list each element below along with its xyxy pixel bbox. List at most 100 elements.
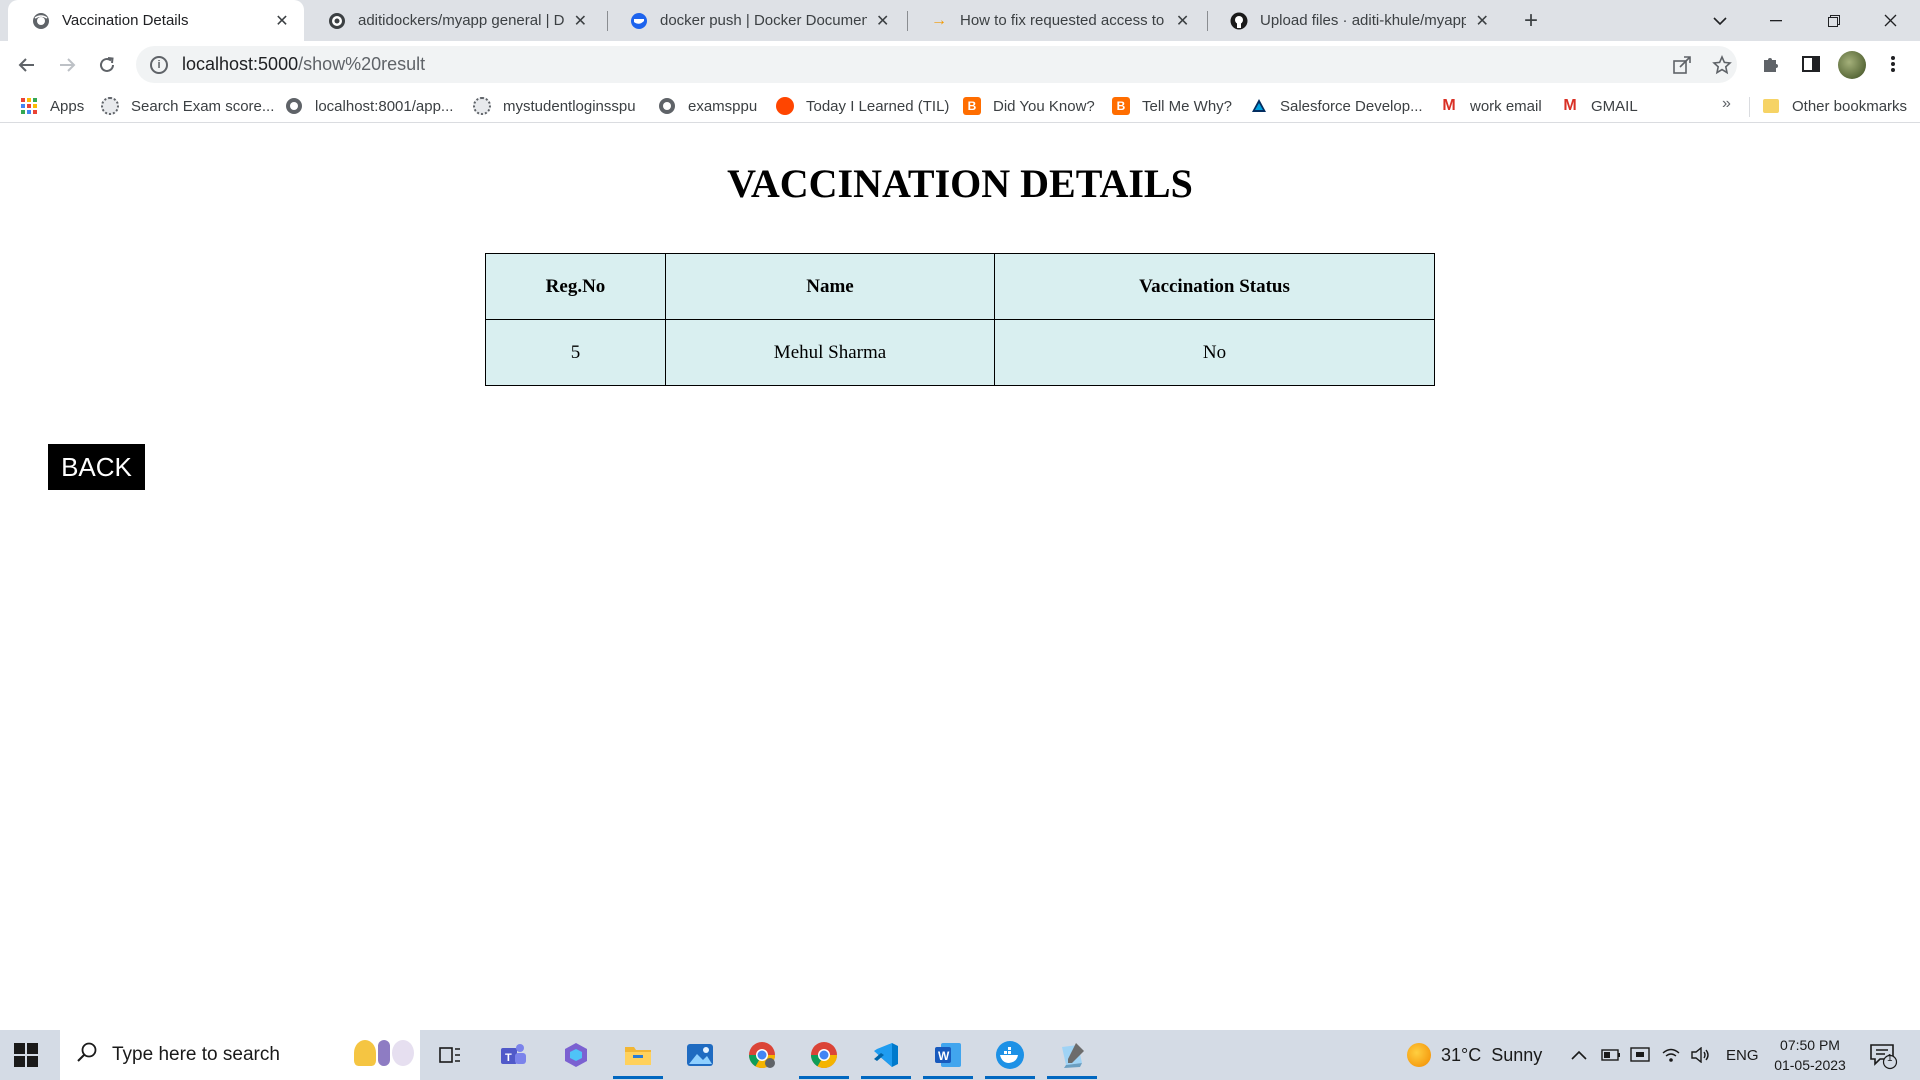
globe-icon [658, 97, 676, 115]
bookmark-label: Tell Me Why? [1142, 97, 1233, 115]
share-icon[interactable] [1672, 55, 1692, 75]
globe-icon [285, 97, 303, 115]
tab-docker-hub[interactable]: aditidockers/myapp general | Do ✕ [304, 0, 602, 41]
docker-docs-icon [630, 12, 648, 30]
column-header-vaccination-status: Vaccination Status [994, 253, 1435, 320]
new-tab-button[interactable]: + [1518, 7, 1544, 34]
bookmark-gmail[interactable]: M GMAIL [1561, 95, 1637, 117]
restore-button[interactable] [1806, 0, 1862, 41]
tab-github-upload[interactable]: Upload files · aditi-khule/myapp ✕ [1206, 0, 1504, 41]
battery-icon[interactable] [1601, 1030, 1621, 1080]
back-button[interactable]: BACK [48, 444, 145, 490]
teams-icon[interactable]: T [496, 1038, 530, 1072]
windows-start-icon[interactable] [14, 1043, 38, 1067]
docker-icon [328, 12, 346, 30]
apps-grid-icon [20, 97, 38, 115]
docker-desktop-icon[interactable] [985, 1038, 1035, 1079]
word-icon[interactable]: W [923, 1038, 973, 1079]
reddit-icon [776, 97, 794, 115]
bookmark-did-you-know[interactable]: B Did You Know? [963, 95, 1095, 117]
github-icon [1230, 12, 1248, 30]
close-window-button[interactable] [1862, 0, 1918, 41]
bookmark-mystudentloginsspu[interactable]: mystudentloginsspu [473, 95, 636, 117]
bookmarks-overflow-chevron-icon[interactable]: » [1722, 95, 1731, 113]
bookmark-label: mystudentloginsspu [503, 97, 636, 115]
tab-how-to-fix[interactable]: → How to fix requested access to th ✕ [906, 0, 1204, 41]
clock[interactable]: 07:50 PM 01-05-2023 [1770, 1030, 1850, 1080]
close-tab-icon[interactable]: ✕ [1173, 11, 1192, 31]
column-header-name: Name [665, 253, 995, 320]
clock-date: 01-05-2023 [1774, 1057, 1846, 1073]
chrome-profile-icon[interactable] [745, 1038, 779, 1072]
tab-search-chevron-icon[interactable] [1692, 0, 1748, 41]
extensions-puzzle-icon[interactable] [1758, 51, 1784, 77]
minimize-button[interactable] [1748, 0, 1804, 41]
taskbar-search-input[interactable]: Type here to search [60, 1030, 420, 1080]
bookmark-today-i-learned[interactable]: Today I Learned (TIL) [776, 95, 949, 117]
bookmark-label: Salesforce Develop... [1280, 97, 1423, 115]
wifi-icon[interactable] [1661, 1030, 1681, 1080]
bookmark-work-email[interactable]: M work email [1440, 95, 1541, 117]
task-view-icon[interactable] [433, 1038, 467, 1072]
chrome-icon[interactable] [799, 1038, 849, 1079]
seal-icon [473, 97, 491, 115]
bookmark-label: Apps [50, 97, 85, 115]
address-bar[interactable]: i localhost:5000/show%20result [136, 46, 1737, 83]
bookmark-salesforce-developer[interactable]: Salesforce Develop... [1250, 95, 1423, 117]
menu-kebab-icon[interactable] [1880, 51, 1906, 77]
close-tab-icon[interactable]: ✕ [272, 11, 292, 31]
back-arrow-icon[interactable] [11, 49, 43, 81]
tab-vaccination-details[interactable]: Vaccination Details ✕ [8, 0, 304, 41]
bookmark-label: Search Exam score... [131, 97, 275, 115]
side-panel-icon[interactable] [1798, 51, 1824, 77]
close-tab-icon[interactable]: ✕ [873, 11, 892, 31]
file-explorer-icon[interactable] [613, 1038, 663, 1079]
blogger-icon: B [963, 97, 981, 115]
blogger-icon: B [1112, 97, 1130, 115]
search-highlight-illustration [354, 1040, 414, 1066]
close-tab-icon[interactable]: ✕ [571, 11, 590, 31]
forward-arrow-icon[interactable] [51, 49, 83, 81]
bookmark-apps[interactable]: Apps [20, 95, 84, 117]
page-title: VACCINATION DETAILS [727, 161, 1193, 206]
windows-taskbar: Type here to search T W 31°C Sunny ENG 0… [0, 1030, 1920, 1080]
notifications-icon[interactable]: 1 [1868, 1030, 1898, 1080]
bookmark-other-bookmarks[interactable]: Other bookmarks [1762, 95, 1907, 117]
bookmark-examsppu[interactable]: examsppu [658, 95, 757, 117]
reload-icon[interactable] [91, 49, 123, 81]
meet-now-icon[interactable] [1630, 1030, 1650, 1080]
svg-text:W: W [938, 1049, 950, 1063]
bookmark-localhost-8001[interactable]: localhost:8001/app... [285, 95, 453, 117]
vscode-icon[interactable] [861, 1038, 911, 1079]
show-hidden-icons-chevron-icon[interactable] [1571, 1030, 1587, 1080]
profile-avatar[interactable] [1838, 51, 1866, 79]
input-language[interactable]: ENG [1726, 1030, 1759, 1080]
salesforce-icon [1250, 97, 1268, 115]
site-info-icon[interactable]: i [150, 55, 168, 74]
bookmark-label: Today I Learned (TIL) [806, 97, 950, 115]
gmail-icon: M [1442, 97, 1456, 114]
notepad-icon[interactable] [1047, 1038, 1097, 1079]
close-tab-icon[interactable]: ✕ [1472, 11, 1492, 31]
table-header-row: Reg.No Name Vaccination Status [485, 253, 1435, 320]
arrow-icon: → [931, 11, 947, 29]
volume-icon[interactable] [1691, 1030, 1711, 1080]
url-path: /show%20result [298, 54, 426, 74]
bookmark-tell-me-why[interactable]: B Tell Me Why? [1112, 95, 1232, 117]
svg-text:T: T [505, 1052, 512, 1064]
bookmark-label: localhost:8001/app... [315, 97, 454, 115]
tab-title: Vaccination Details [62, 12, 189, 29]
tab-title: Upload files · aditi-khule/myapp [1260, 12, 1467, 29]
copilot-icon[interactable] [559, 1038, 593, 1072]
seal-icon [101, 97, 119, 115]
bookmarks-bar: Apps Search Exam score... localhost:8001… [0, 89, 1920, 123]
table-row: 5 Mehul Sharma No [485, 319, 1435, 386]
bookmark-search-exam-score[interactable]: Search Exam score... [101, 95, 274, 117]
tab-docker-docs[interactable]: docker push | Docker Documenta ✕ [606, 0, 904, 41]
photos-icon[interactable] [683, 1038, 717, 1072]
address-url[interactable]: localhost:5000/show%20result [182, 54, 425, 75]
folder-icon [1762, 97, 1780, 115]
bookmark-star-icon[interactable] [1712, 55, 1732, 75]
bookmark-label: examsppu [688, 97, 758, 115]
weather-widget[interactable]: 31°C Sunny [1407, 1030, 1542, 1080]
